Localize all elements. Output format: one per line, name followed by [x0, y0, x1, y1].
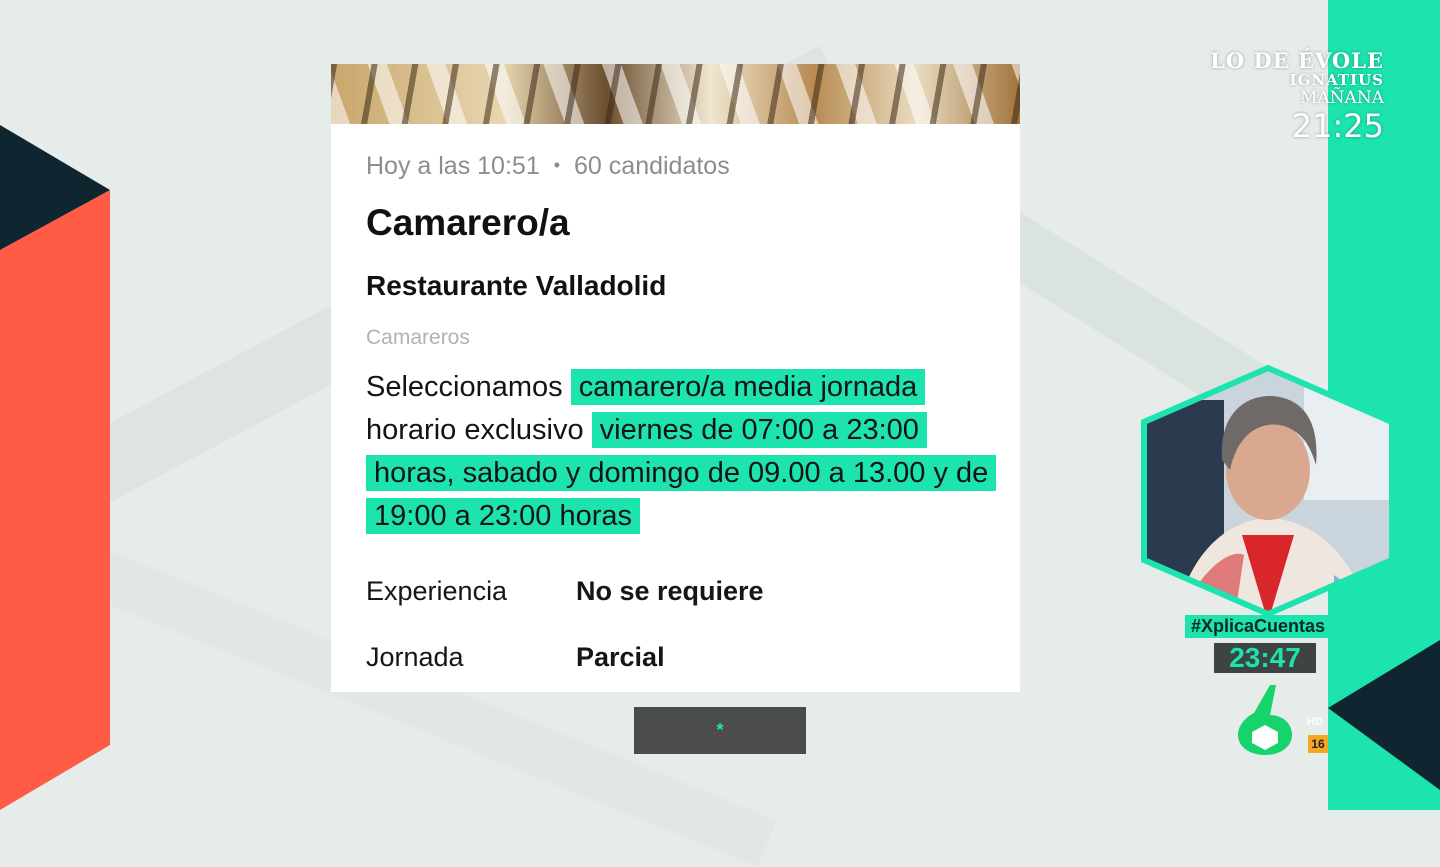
description-text: horario exclusivo [366, 414, 592, 446]
detail-label: Experiencia [366, 576, 508, 606]
job-description: Seleccionamos camarero/a media jornada h… [366, 366, 1006, 538]
job-category: Camareros [366, 326, 470, 349]
detail-label: Jornada [366, 642, 464, 672]
left-decorative-shape [0, 125, 110, 810]
job-title: Camarero/a [366, 202, 570, 243]
description-text: Seleccionamos [366, 371, 571, 403]
job-meta: Hoy a las 10:51 • 60 candidatos [366, 152, 730, 181]
guest-video-hexagon [1141, 364, 1395, 618]
promo-show-name: LO DE ÉVOLE [1210, 48, 1384, 73]
detail-row-experience: Experiencia No se requiere [366, 576, 764, 607]
broadcast-clock: 23:47 [1214, 642, 1316, 673]
job-listing-card: Hoy a las 10:51 • 60 candidatos Camarero/a… [331, 64, 1020, 692]
promo-day: MAÑANA [1300, 88, 1384, 108]
promo-time: 21:25 [1291, 107, 1384, 145]
detail-value: No se requiere [576, 576, 764, 606]
meta-separator: • [553, 155, 561, 175]
age-rating-badge: 16 [1308, 735, 1328, 753]
promo-guest: IGNATIUS [1289, 71, 1384, 89]
description-highlight: camarero/a media jornada [570, 369, 926, 405]
hd-badge: HD [1307, 716, 1323, 728]
right-decorative-triangle [1328, 640, 1440, 790]
books-banner-image [331, 64, 1020, 124]
bottom-caption-bar: * [634, 707, 806, 754]
hashtag-label: #XplicaCuentas [1185, 615, 1332, 638]
show-promo: LO DE ÉVOLE IGNATIUS MAÑANA 21:25 [1210, 48, 1384, 145]
detail-row-jornada: Jornada Parcial [366, 642, 665, 673]
company-name: Restaurante Valladolid [366, 270, 667, 301]
detail-value: Parcial [576, 642, 665, 672]
candidates-count: 60 candidatos [574, 152, 730, 180]
posted-time: Hoy a las 10:51 [366, 152, 540, 180]
channel-logo-icon [1238, 685, 1292, 755]
